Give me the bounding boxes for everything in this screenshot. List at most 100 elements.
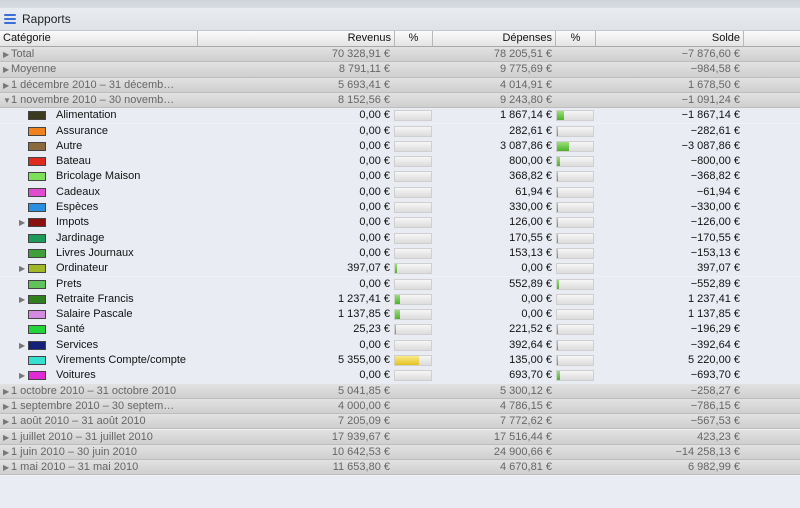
- category-label: Services: [56, 338, 99, 351]
- category-row[interactable]: Livres Journaux 0,00 € 153,13 € −153,13 €: [0, 245, 800, 262]
- disclosure-right-icon[interactable]: ▶: [3, 414, 11, 429]
- depenses-percent-bar: [556, 293, 594, 305]
- period-row[interactable]: ▼1 novembre 2010 – 30 novemb… 8 152,56 € 9…: [0, 92, 800, 109]
- depenses-value: 0,00 €: [521, 262, 552, 275]
- category-row[interactable]: Prets 0,00 € 552,89 € −552,89 €: [0, 276, 800, 292]
- header-solde[interactable]: Solde: [596, 31, 744, 46]
- category-row[interactable]: Alimentation 0,00 € 1 867,14 € −1 867,14 €: [0, 108, 800, 124]
- revenus-value: 0,00 €: [359, 277, 390, 290]
- period-row[interactable]: ▶ 1 juin 2010 – 30 juin 2010 10 642,53 € 24…: [0, 444, 800, 461]
- depenses-percent-bar-fill: [557, 157, 561, 167]
- category-row[interactable]: Santé 25,23 € 221,52 € −196,29 €: [0, 322, 800, 338]
- depenses-percent-bar-fill: [557, 371, 560, 381]
- category-cell[interactable]: ▶ 1 décembre 2010 – 31 décemb…: [3, 78, 195, 93]
- period-row[interactable]: ▶ 1 décembre 2010 – 31 décemb… 5 693,41 € 4…: [0, 77, 800, 93]
- disclosure-right-icon[interactable]: ▶: [3, 430, 11, 445]
- depenses-percent-bar: [556, 171, 594, 183]
- disclosure-right-icon[interactable]: ▶: [3, 445, 11, 460]
- solde-value: 5 220,00 €: [688, 354, 740, 366]
- category-label: 1 juillet 2010 – 31 juillet 2010: [11, 430, 153, 443]
- depenses-value: 135,00 €: [509, 354, 552, 366]
- category-row[interactable]: Assurance 0,00 € 282,61 € −282,61 €: [0, 123, 800, 139]
- disclosure-right-icon[interactable]: ▶: [3, 460, 11, 475]
- revenus-value: 0,00 €: [359, 369, 390, 382]
- category-row[interactable]: ▶ Retraite Francis 1 237,41 € 0,00 € 1 237,4…: [0, 291, 800, 308]
- category-cell[interactable]: ▶ Moyenne: [3, 62, 195, 77]
- disclosure-right-icon[interactable]: ▶: [19, 295, 27, 304]
- revenus-value: 0,00 €: [359, 201, 390, 213]
- header-revenus-percent[interactable]: %: [395, 31, 433, 46]
- solde-value: −800,00 €: [690, 155, 740, 168]
- header-depenses-percent[interactable]: %: [556, 31, 596, 46]
- revenus-percent-bar-fill: [395, 264, 397, 274]
- reports-titlebar: Rapports: [0, 8, 800, 31]
- depenses-percent-bar-fill: [557, 111, 565, 121]
- revenus-value: 0,00 €: [359, 124, 390, 137]
- category-row[interactable]: ▶ Services 0,00 € 392,64 € −392,64 €: [0, 337, 800, 353]
- category-label: Bateau: [56, 155, 91, 168]
- category-label: Virements Compte/compte: [56, 354, 187, 366]
- revenus-value: 25,23 €: [353, 323, 390, 336]
- revenus-value: 7 205,09 €: [338, 415, 390, 428]
- category-cell[interactable]: ▶ 1 septembre 2010 – 30 septem…: [3, 399, 195, 414]
- disclosure-right-icon[interactable]: ▶: [19, 264, 27, 273]
- revenus-percent-bar: [394, 171, 432, 183]
- category-label: Bricolage Maison: [56, 170, 141, 183]
- category-cell[interactable]: ▶ 1 octobre 2010 – 31 octobre 2010: [3, 384, 195, 399]
- solde-value: −984,58 €: [690, 63, 740, 76]
- period-row[interactable]: ▶ 1 septembre 2010 – 30 septem… 4 000,00 €…: [0, 398, 800, 415]
- depenses-value: 5 300,12 €: [500, 384, 552, 397]
- disclosure-right-icon[interactable]: ▶: [3, 384, 11, 399]
- depenses-value: 3 087,86 €: [500, 139, 552, 152]
- category-row[interactable]: Bateau 0,00 € 800,00 € −800,00 €: [0, 154, 800, 170]
- disclosure-right-icon[interactable]: ▶: [19, 371, 27, 380]
- category-row[interactable]: Cadeaux 0,00 € 61,94 € −61,94 €: [0, 184, 800, 200]
- category-label: Assurance: [56, 124, 108, 137]
- category-row[interactable]: Espèces 0,00 € 330,00 € −330,00 €: [0, 200, 800, 216]
- revenus-value: 4 000,00 €: [338, 399, 390, 412]
- header-categorie[interactable]: Catégorie: [0, 31, 198, 46]
- revenus-percent-bar: [394, 232, 432, 244]
- revenus-value: 0,00 €: [359, 170, 390, 183]
- solde-value: 1 678,50 €: [688, 78, 740, 91]
- header-revenus[interactable]: Revenus: [198, 31, 395, 46]
- category-row[interactable]: ▶ Impots 0,00 € 126,00 € −126,00 €: [0, 215, 800, 231]
- disclosure-down-icon[interactable]: ▼: [3, 93, 11, 108]
- period-row[interactable]: ▶ 1 août 2010 – 31 août 2010 7 205,09 € 7 7…: [0, 414, 800, 430]
- depenses-value: 9 775,69 €: [500, 63, 552, 76]
- category-row[interactable]: Virements Compte/compte 5 355,00 € 135,00 …: [0, 353, 800, 369]
- category-row[interactable]: Autre 0,00 € 3 087,86 € −3 087,86 €: [0, 138, 800, 155]
- category-row[interactable]: ▶ Voitures 0,00 € 693,70 € −693,70 €: [0, 368, 800, 384]
- category-color-swatch: [28, 356, 46, 365]
- depenses-value: 1 867,14 €: [500, 109, 552, 122]
- period-row[interactable]: ▶ 1 octobre 2010 – 31 octobre 2010 5 041,8…: [0, 383, 800, 399]
- category-cell[interactable]: ▶ Total: [3, 47, 195, 62]
- period-row[interactable]: ▶ Total 70 328,91 € 78 205,51 € −7 876,60 €: [0, 47, 800, 63]
- category-cell[interactable]: ▶ 1 juillet 2010 – 31 juillet 2010: [3, 430, 195, 445]
- category-label: 1 octobre 2010 – 31 octobre 2010: [11, 384, 177, 397]
- category-row[interactable]: Jardinage 0,00 € 170,55 € −170,55 €: [0, 230, 800, 246]
- disclosure-right-icon[interactable]: ▶: [19, 218, 27, 227]
- period-row[interactable]: ▶ Moyenne 8 791,11 € 9 775,69 € −984,58 €: [0, 62, 800, 78]
- depenses-value: 4 014,91 €: [500, 78, 552, 91]
- period-row[interactable]: ▶ 1 juillet 2010 – 31 juillet 2010 17 939,…: [0, 429, 800, 445]
- header-depenses[interactable]: Dépenses: [433, 31, 556, 46]
- disclosure-right-icon[interactable]: ▶: [19, 341, 27, 350]
- revenus-percent-bar: [394, 186, 432, 198]
- category-row[interactable]: Bricolage Maison 0,00 € 368,82 € −368,82 €: [0, 169, 800, 185]
- list-icon[interactable]: [4, 14, 16, 24]
- category-cell[interactable]: ▶ 1 août 2010 – 31 août 2010: [3, 414, 195, 429]
- category-cell[interactable]: ▶ 1 juin 2010 – 30 juin 2010: [3, 445, 195, 460]
- category-row[interactable]: ▶ Ordinateur 397,07 € 0,00 € 397,07 €: [0, 261, 800, 277]
- disclosure-right-icon[interactable]: ▶: [3, 78, 11, 93]
- disclosure-right-icon[interactable]: ▶: [3, 47, 11, 62]
- revenus-percent-bar: [394, 278, 432, 290]
- period-row[interactable]: ▶ 1 mai 2010 – 31 mai 2010 11 653,80 € 4 67…: [0, 460, 800, 476]
- disclosure-right-icon[interactable]: ▶: [3, 399, 11, 414]
- category-cell[interactable]: ▼1 novembre 2010 – 30 novemb…: [3, 93, 195, 108]
- category-row[interactable]: Salaire Pascale 1 137,85 € 0,00 € 1 137,85 …: [0, 307, 800, 323]
- disclosure-right-icon[interactable]: ▶: [3, 62, 11, 77]
- revenus-value: 0,00 €: [359, 246, 390, 259]
- solde-value: −282,61 €: [690, 124, 740, 137]
- category-cell[interactable]: ▶ 1 mai 2010 – 31 mai 2010: [3, 460, 195, 475]
